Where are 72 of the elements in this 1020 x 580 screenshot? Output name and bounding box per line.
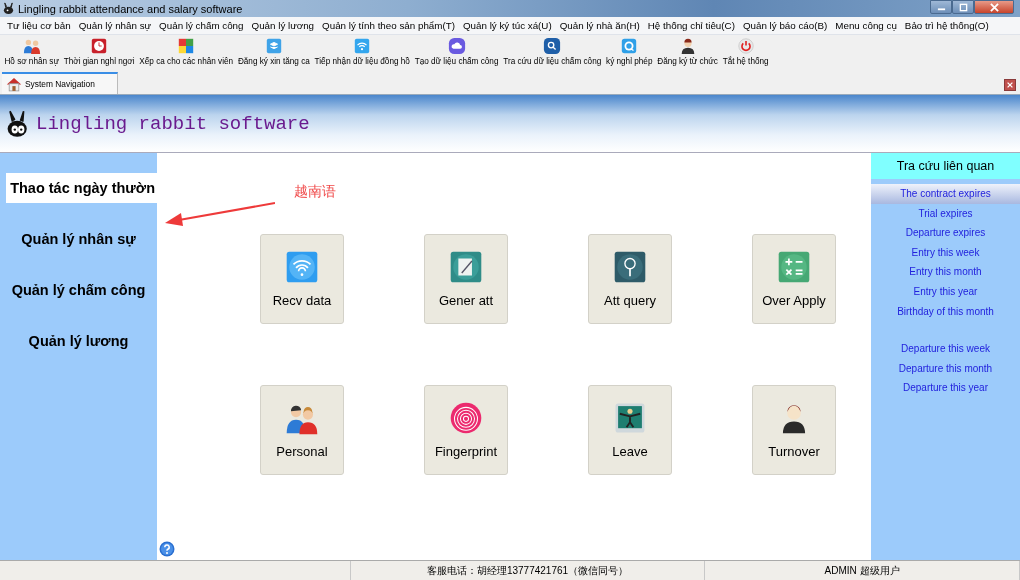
lookup-link[interactable]: Departure expires <box>871 223 1020 243</box>
figure-icon <box>613 401 647 435</box>
toolbar-button[interactable]: Tắt hệ thống <box>720 35 771 66</box>
panel-heading: Tra cứu liên quan <box>871 153 1020 179</box>
people-icon <box>22 37 41 55</box>
toolbar-button[interactable]: Tiếp nhận dữ liệu đồng hồ <box>312 35 413 66</box>
notepad-icon <box>449 250 483 284</box>
clock-icon <box>90 37 109 55</box>
menu-item[interactable]: Quản lý ký túc xá(U) <box>458 20 556 31</box>
toolbar-button[interactable]: Tạo dữ liệu chấm công <box>412 35 501 66</box>
close-tab-button[interactable] <box>1004 79 1016 91</box>
tile-button[interactable]: Gener att <box>424 234 508 324</box>
nav-item[interactable]: Thao tác ngày thườn <box>6 173 157 203</box>
window-title: Lingling rabbit attendance and salary software <box>18 2 243 15</box>
wifi-icon <box>285 250 319 284</box>
nav-item[interactable]: Quản lý chấm công <box>5 275 152 305</box>
lookup-link[interactable]: Trial expires <box>871 203 1020 224</box>
status-text: ADMIN 超级用户 <box>705 561 1020 580</box>
toolbar-button[interactable]: Thời gian nghỉ ngơi <box>61 35 137 66</box>
rabbit-logo-icon <box>6 108 30 139</box>
tab[interactable]: System Navigation <box>2 72 118 94</box>
menu-item[interactable]: Quản lý tính theo sản phẩm(T) <box>318 20 459 31</box>
lookup-link[interactable]: Departure this week <box>871 339 1020 359</box>
tile-button[interactable]: Over Apply <box>752 234 836 324</box>
lookup-link[interactable]: Birthday of this month <box>871 301 1020 322</box>
color-grid-icon <box>177 37 196 55</box>
house-icon <box>6 76 22 92</box>
wifi-icon <box>353 37 372 55</box>
annotation-text: 越南语 <box>294 183 336 201</box>
nav-item[interactable]: Quản lý lương <box>22 326 135 356</box>
toolbar-button[interactable]: Đăng ký từ chức <box>654 35 721 66</box>
calculator-icon <box>777 250 811 284</box>
lookup-link[interactable]: Entry this month <box>871 262 1020 282</box>
close-button[interactable] <box>974 0 1014 14</box>
close-icon <box>1006 81 1014 89</box>
menu-item[interactable]: Quản lý nhân sự <box>74 20 156 31</box>
toolbar-button[interactable]: Đăng ký xin tăng ca <box>235 35 313 66</box>
lookup-link[interactable]: Entry this year <box>871 281 1020 302</box>
status-text: 客服电话：胡经理13777421761（微信同号） <box>351 561 705 580</box>
magnifier-icon <box>613 250 647 284</box>
lookup-link[interactable]: The contract expires <box>871 184 1020 204</box>
maximize-icon <box>958 2 968 12</box>
toolbar-button[interactable]: ký nghỉ phép <box>603 35 655 66</box>
menu-item[interactable]: Bảo trì hệ thống(O) <box>900 20 993 31</box>
menu-item[interactable]: Quản lý báo cáo(B) <box>738 20 832 31</box>
menu-item[interactable]: Quản lý nhà ăn(H) <box>555 20 644 31</box>
tile-button[interactable]: Turnover <box>752 385 836 475</box>
help-icon[interactable] <box>159 541 175 557</box>
menu-item[interactable]: Menu công cụ <box>831 20 901 31</box>
close-icon <box>989 2 999 12</box>
search-icon <box>543 37 562 55</box>
menu-item[interactable]: Hệ thống chỉ tiêu(C) <box>643 20 739 31</box>
minimize-button[interactable] <box>930 0 952 14</box>
lookup-link[interactable]: Departure this month <box>871 358 1020 379</box>
cloud-icon <box>447 37 466 55</box>
maximize-button[interactable] <box>952 0 974 14</box>
toolbar-button[interactable]: Tra cứu dữ liệu chấm công <box>500 35 604 66</box>
tile-button[interactable]: Att query <box>588 234 672 324</box>
tile-button[interactable]: Fingerprint <box>424 385 508 475</box>
banner-title: Lingling rabbit software <box>36 112 310 135</box>
menu-item[interactable]: Quản lý chấm công <box>155 20 248 31</box>
toolbar-button[interactable]: Hồ sơ nhân sự <box>2 35 62 66</box>
tile-button[interactable]: Personal <box>260 385 344 475</box>
toolbar-button[interactable]: Xếp ca cho các nhân viên <box>136 35 236 66</box>
nav-item[interactable]: Quản lý nhân sự <box>15 224 142 254</box>
lookup-link[interactable]: Departure this year <box>871 378 1020 398</box>
tile-button[interactable]: Recv data <box>260 234 344 324</box>
menu-item[interactable]: Quản lý lương <box>247 20 319 31</box>
tile-button[interactable]: Leave <box>588 385 672 475</box>
lookup-link[interactable]: Entry this week <box>871 242 1020 263</box>
rabbit-icon <box>2 2 15 15</box>
menu-item[interactable]: Tư liệu cơ bản <box>3 20 75 31</box>
